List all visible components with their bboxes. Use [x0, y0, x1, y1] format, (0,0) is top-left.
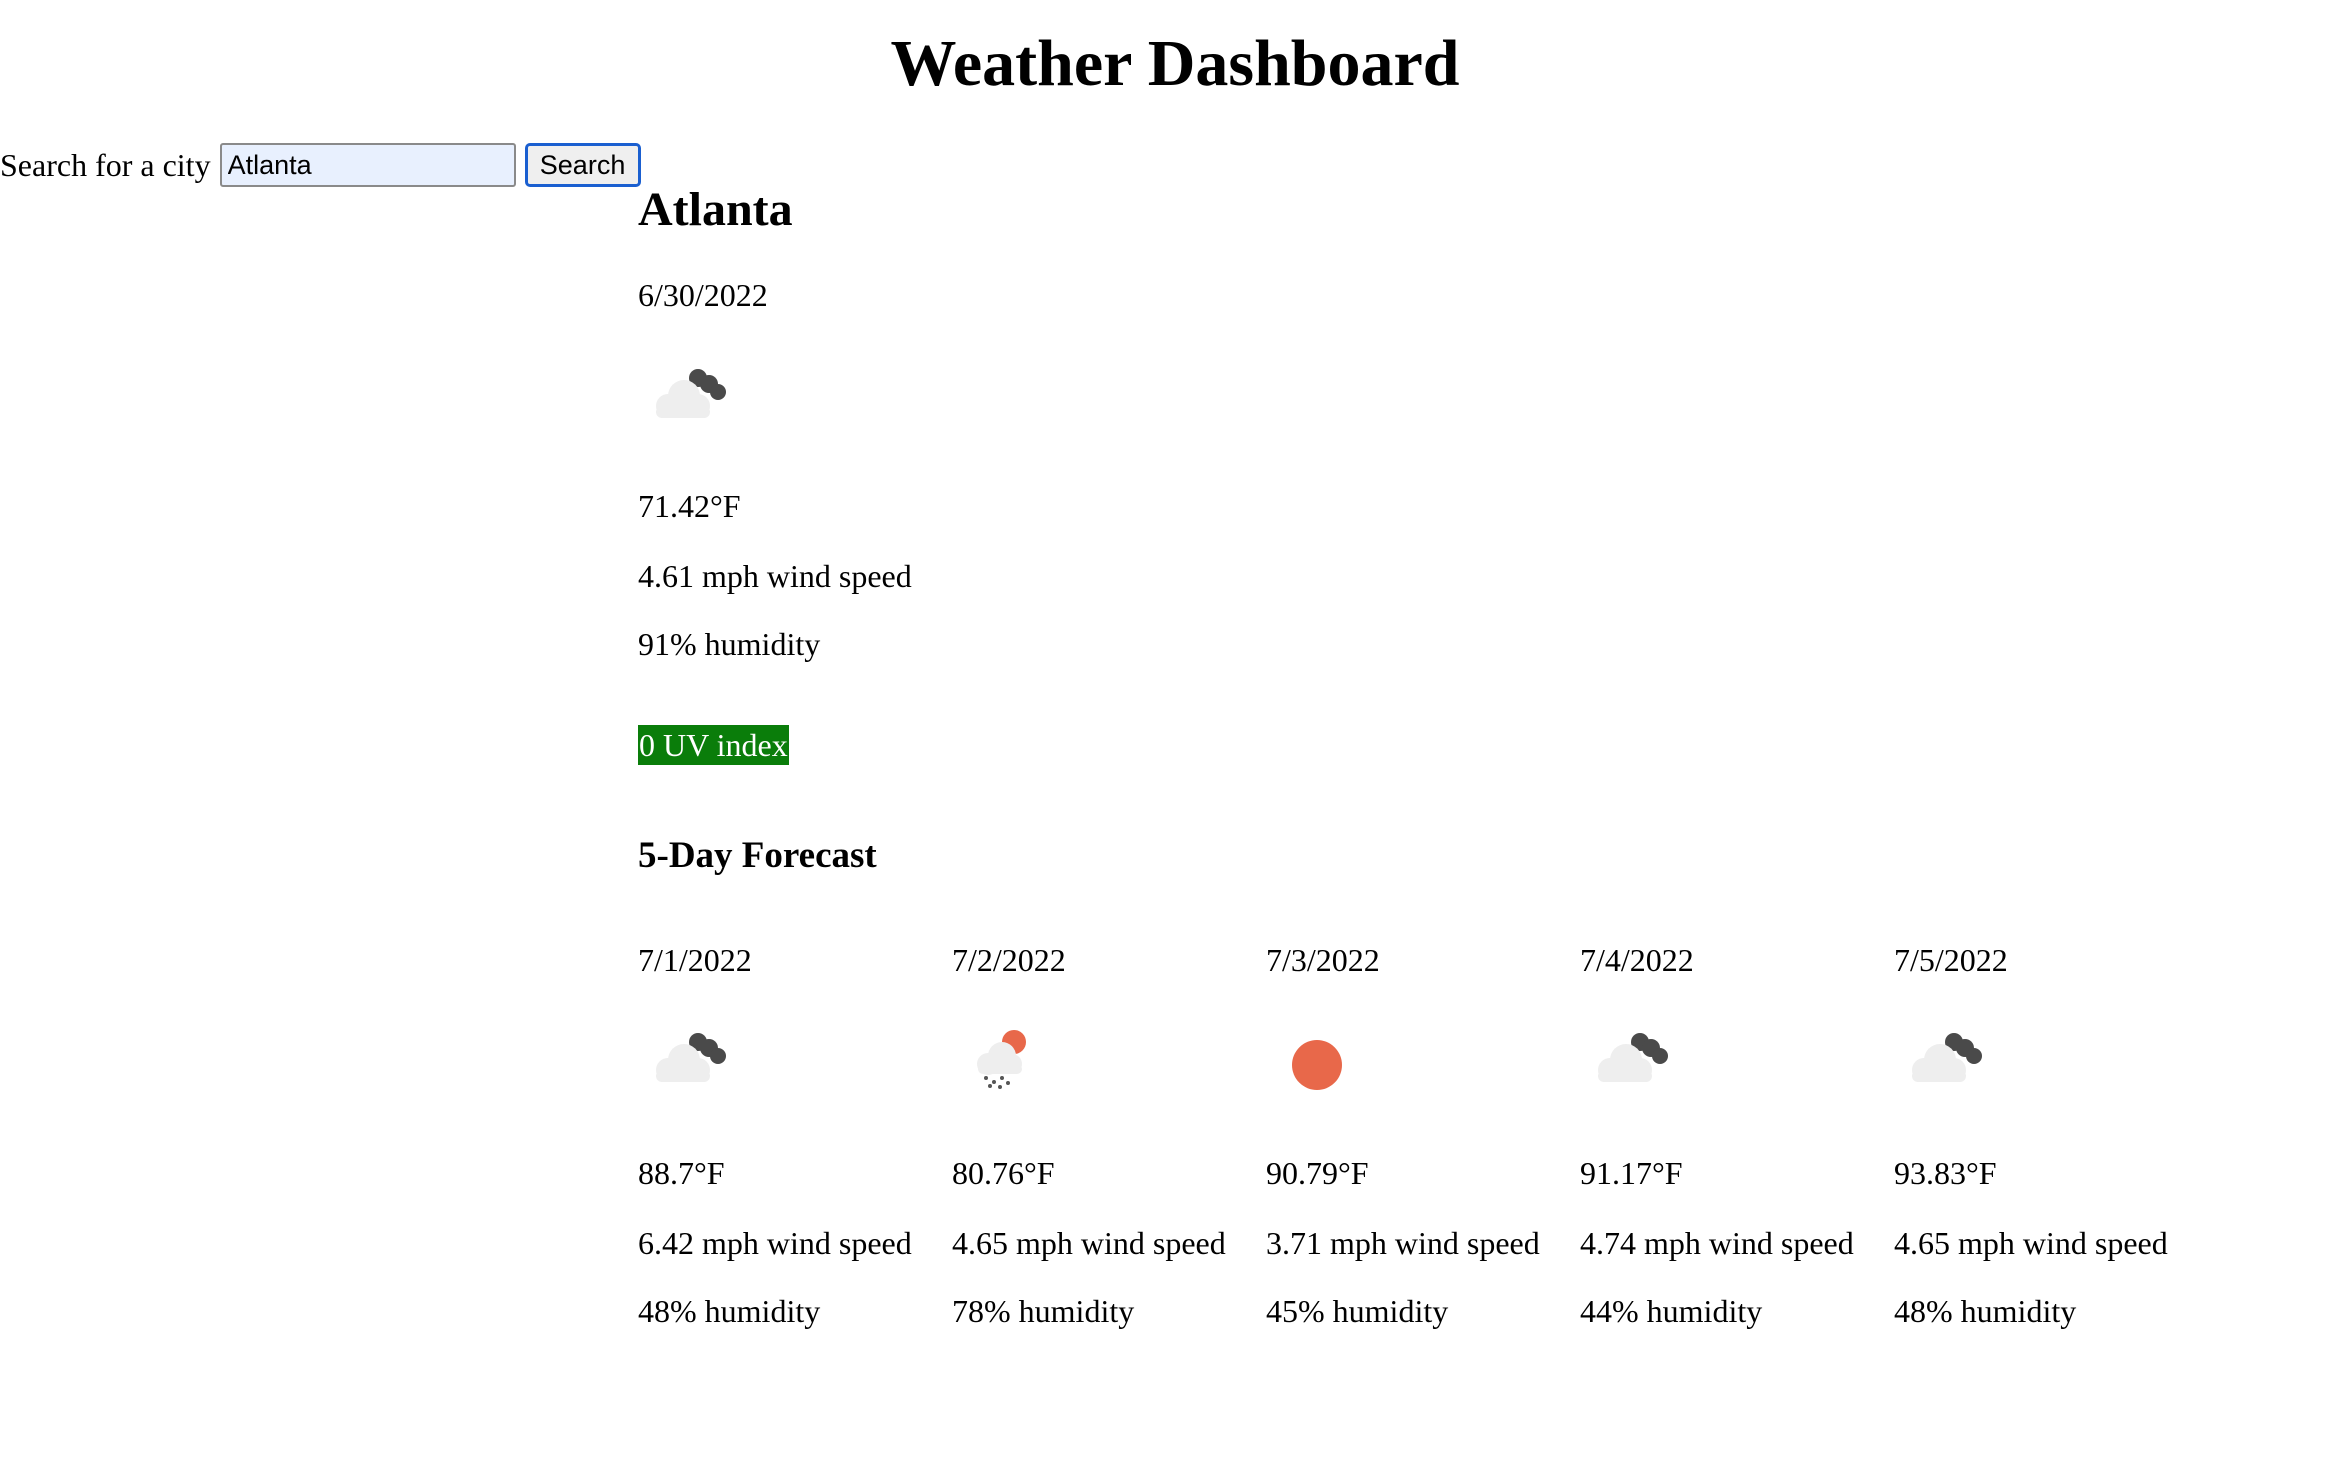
current-wind-speed: 4.61 mph wind speed — [638, 558, 912, 594]
weather-dashboard-page: Weather Dashboard Search for a city Sear… — [0, 0, 2350, 1460]
broken-clouds-icon — [1598, 1033, 1668, 1082]
forecast-temperature: 90.79°F — [1266, 1155, 1369, 1191]
forecast-wind-speed: 3.71 mph wind speed — [1266, 1225, 1540, 1261]
search-form: Search for a city Search — [0, 143, 641, 187]
broken-clouds-icon — [1912, 1033, 1982, 1082]
forecast-humidity: 78% humidity — [952, 1293, 1135, 1329]
current-humidity: 91% humidity — [638, 626, 821, 662]
forecast-temperature: 93.83°F — [1894, 1155, 1997, 1191]
search-label: Search for a city — [0, 146, 211, 183]
page-title: Weather Dashboard — [890, 27, 1460, 100]
forecast-date: 7/3/2022 — [1266, 942, 1380, 978]
forecast-humidity: 45% humidity — [1266, 1293, 1449, 1329]
forecast-heading: 5-Day Forecast — [638, 835, 877, 876]
forecast-wind-speed: 4.65 mph wind speed — [1894, 1225, 2168, 1261]
forecast-humidity: 48% humidity — [638, 1293, 821, 1329]
forecast-wind-speed: 4.74 mph wind speed — [1580, 1225, 1854, 1261]
current-date: 6/30/2022 — [638, 277, 768, 313]
uv-index-badge: 0 UV index — [638, 725, 789, 765]
forecast-card-day-4: 7/4/2022 91.17°F 4.74 mph wind speed 44%… — [1580, 940, 1880, 1340]
broken-clouds-icon — [656, 1033, 726, 1082]
broken-clouds-icon — [656, 369, 726, 418]
forecast-date: 7/1/2022 — [638, 942, 752, 978]
sun-rain-cloud-icon — [977, 1030, 1026, 1089]
city-name: Atlanta — [638, 183, 793, 236]
search-button[interactable]: Search — [524, 143, 641, 187]
forecast-wind-speed: 4.65 mph wind speed — [952, 1225, 1226, 1261]
forecast-wind-speed: 6.42 mph wind speed — [638, 1225, 912, 1261]
forecast-date: 7/5/2022 — [1894, 942, 2008, 978]
forecast-card-day-5: 7/5/2022 93.83°F 4.65 mph wind speed 48%… — [1894, 940, 2194, 1340]
current-temperature: 71.42°F — [638, 488, 741, 524]
forecast-humidity: 48% humidity — [1894, 1293, 2077, 1329]
forecast-date: 7/2/2022 — [952, 942, 1066, 978]
forecast-temperature: 91.17°F — [1580, 1155, 1683, 1191]
forecast-card-day-1: 7/1/2022 88.7°F 6.42 mph wind speed 48% … — [638, 940, 938, 1340]
forecast-date: 7/4/2022 — [1580, 942, 1694, 978]
forecast-card-day-2: 7/2/2022 80.76°F 4.65 mph wind speed 78%… — [952, 940, 1252, 1340]
forecast-card-day-3: 7/3/2022 90.79°F 3.71 mph wind speed 45%… — [1266, 940, 1566, 1340]
sun-icon — [1292, 1040, 1342, 1090]
forecast-humidity: 44% humidity — [1580, 1293, 1763, 1329]
forecast-temperature: 80.76°F — [952, 1155, 1055, 1191]
search-input[interactable] — [219, 143, 516, 187]
forecast-temperature: 88.7°F — [638, 1155, 725, 1191]
